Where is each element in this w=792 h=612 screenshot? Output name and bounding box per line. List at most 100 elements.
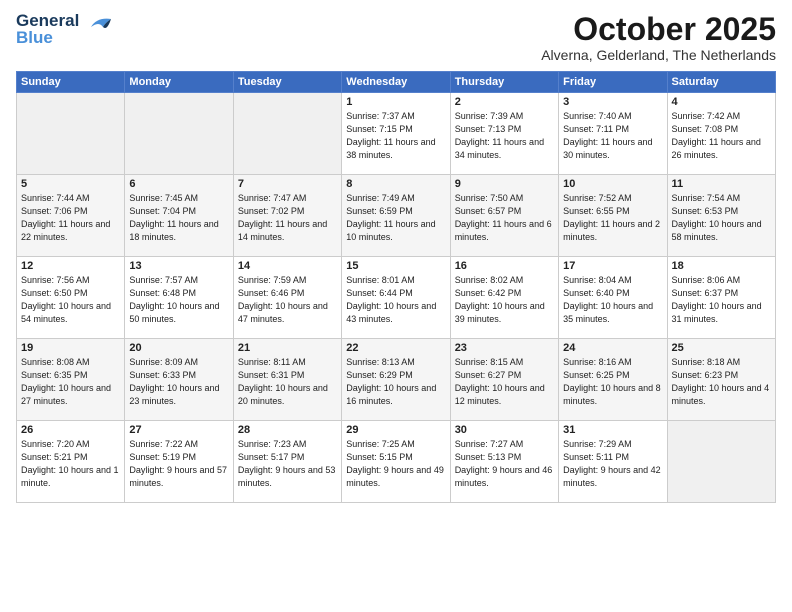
day-number: 13 <box>129 260 228 272</box>
header: General Blue October 2025 Alverna, Gelde… <box>16 12 776 63</box>
day-info: Sunrise: 7:25 AM Sunset: 5:15 PM Dayligh… <box>346 438 445 490</box>
day-number: 27 <box>129 424 228 436</box>
calendar-table: Sunday Monday Tuesday Wednesday Thursday… <box>16 71 776 503</box>
day-number: 24 <box>563 342 662 354</box>
day-cell: 11 Sunrise: 7:54 AM Sunset: 6:53 PM Dayli… <box>667 175 775 257</box>
day-number: 17 <box>563 260 662 272</box>
day-number: 2 <box>455 96 554 108</box>
day-cell: 23Sunrise: 8:15 AM Sunset: 6:27 PM Dayli… <box>450 339 558 421</box>
day-cell: 27 Sunrise: 7:22 AM Sunset: 5:19 PM Dayli… <box>125 421 233 503</box>
day-cell: 30Sunrise: 7:27 AM Sunset: 5:13 PM Dayli… <box>450 421 558 503</box>
day-number: 29 <box>346 424 445 436</box>
day-number: 15 <box>346 260 445 272</box>
day-number: 4 <box>672 96 771 108</box>
logo-general: General <box>16 12 79 29</box>
day-number: 12 <box>21 260 120 272</box>
day-info: Sunrise: 7:39 AM Sunset: 7:13 PM Dayligh… <box>455 110 554 162</box>
week-row-5: 26 Sunrise: 7:20 AM Sunset: 5:21 PM Dayli… <box>17 421 776 503</box>
page: General Blue October 2025 Alverna, Gelde… <box>0 0 792 612</box>
header-monday: Monday <box>125 72 233 93</box>
day-info: Sunrise: 7:42 AM Sunset: 7:08 PM Dayligh… <box>672 110 771 162</box>
day-cell: 14 Sunrise: 7:59 AM Sunset: 6:46 PM Dayli… <box>233 257 341 339</box>
day-cell: 13Sunrise: 7:57 AM Sunset: 6:48 PM Dayli… <box>125 257 233 339</box>
day-number: 26 <box>21 424 120 436</box>
logo-blue: Blue <box>16 29 79 46</box>
day-info: Sunrise: 8:13 AM Sunset: 6:29 PM Dayligh… <box>346 356 445 408</box>
day-number: 28 <box>238 424 337 436</box>
day-number: 20 <box>129 342 228 354</box>
day-number: 16 <box>455 260 554 272</box>
day-info: Sunrise: 7:37 AM Sunset: 7:15 PM Dayligh… <box>346 110 445 162</box>
day-number: 8 <box>346 178 445 190</box>
day-cell: 20 Sunrise: 8:09 AM Sunset: 6:33 PM Dayli… <box>125 339 233 421</box>
day-cell: 24Sunrise: 8:16 AM Sunset: 6:25 PM Dayli… <box>559 339 667 421</box>
day-info: Sunrise: 8:15 AM Sunset: 6:27 PM Dayligh… <box>455 356 554 408</box>
day-cell <box>125 93 233 175</box>
subtitle: Alverna, Gelderland, The Netherlands <box>541 47 776 63</box>
day-info: Sunrise: 8:04 AM Sunset: 6:40 PM Dayligh… <box>563 274 662 326</box>
header-friday: Friday <box>559 72 667 93</box>
day-number: 11 <box>672 178 771 190</box>
header-row: Sunday Monday Tuesday Wednesday Thursday… <box>17 72 776 93</box>
day-info: Sunrise: 7:49 AM Sunset: 6:59 PM Dayligh… <box>346 192 445 244</box>
day-info: Sunrise: 7:40 AM Sunset: 7:11 PM Dayligh… <box>563 110 662 162</box>
day-number: 9 <box>455 178 554 190</box>
day-info: Sunrise: 7:20 AM Sunset: 5:21 PM Dayligh… <box>21 438 120 490</box>
day-cell: 15Sunrise: 8:01 AM Sunset: 6:44 PM Dayli… <box>342 257 450 339</box>
week-row-3: 12 Sunrise: 7:56 AM Sunset: 6:50 PM Dayli… <box>17 257 776 339</box>
day-cell: 4 Sunrise: 7:42 AM Sunset: 7:08 PM Daylig… <box>667 93 775 175</box>
day-cell: 3Sunrise: 7:40 AM Sunset: 7:11 PM Daylig… <box>559 93 667 175</box>
day-cell: 26 Sunrise: 7:20 AM Sunset: 5:21 PM Dayli… <box>17 421 125 503</box>
day-number: 1 <box>346 96 445 108</box>
day-info: Sunrise: 7:22 AM Sunset: 5:19 PM Dayligh… <box>129 438 228 490</box>
logo-bird-icon <box>83 9 115 41</box>
day-number: 6 <box>129 178 228 190</box>
day-cell <box>17 93 125 175</box>
day-cell: 8 Sunrise: 7:49 AM Sunset: 6:59 PM Daylig… <box>342 175 450 257</box>
day-info: Sunrise: 8:02 AM Sunset: 6:42 PM Dayligh… <box>455 274 554 326</box>
header-sunday: Sunday <box>17 72 125 93</box>
day-info: Sunrise: 7:54 AM Sunset: 6:53 PM Dayligh… <box>672 192 771 244</box>
day-info: Sunrise: 7:52 AM Sunset: 6:55 PM Dayligh… <box>563 192 662 244</box>
day-info: Sunrise: 7:45 AM Sunset: 7:04 PM Dayligh… <box>129 192 228 244</box>
day-info: Sunrise: 8:08 AM Sunset: 6:35 PM Dayligh… <box>21 356 120 408</box>
day-info: Sunrise: 7:50 AM Sunset: 6:57 PM Dayligh… <box>455 192 554 244</box>
day-number: 31 <box>563 424 662 436</box>
day-cell: 18 Sunrise: 8:06 AM Sunset: 6:37 PM Dayli… <box>667 257 775 339</box>
day-info: Sunrise: 7:56 AM Sunset: 6:50 PM Dayligh… <box>21 274 120 326</box>
day-info: Sunrise: 7:44 AM Sunset: 7:06 PM Dayligh… <box>21 192 120 244</box>
day-number: 25 <box>672 342 771 354</box>
header-saturday: Saturday <box>667 72 775 93</box>
day-cell: 2 Sunrise: 7:39 AM Sunset: 7:13 PM Daylig… <box>450 93 558 175</box>
month-title: October 2025 <box>541 12 776 47</box>
day-info: Sunrise: 8:09 AM Sunset: 6:33 PM Dayligh… <box>129 356 228 408</box>
title-block: October 2025 Alverna, Gelderland, The Ne… <box>541 12 776 63</box>
header-wednesday: Wednesday <box>342 72 450 93</box>
day-cell: 10Sunrise: 7:52 AM Sunset: 6:55 PM Dayli… <box>559 175 667 257</box>
day-cell: 25Sunrise: 8:18 AM Sunset: 6:23 PM Dayli… <box>667 339 775 421</box>
day-cell: 19 Sunrise: 8:08 AM Sunset: 6:35 PM Dayli… <box>17 339 125 421</box>
day-cell <box>667 421 775 503</box>
day-cell: 16 Sunrise: 8:02 AM Sunset: 6:42 PM Dayli… <box>450 257 558 339</box>
day-info: Sunrise: 8:11 AM Sunset: 6:31 PM Dayligh… <box>238 356 337 408</box>
day-cell: 31Sunrise: 7:29 AM Sunset: 5:11 PM Dayli… <box>559 421 667 503</box>
day-cell: 28 Sunrise: 7:23 AM Sunset: 5:17 PM Dayli… <box>233 421 341 503</box>
day-info: Sunrise: 7:23 AM Sunset: 5:17 PM Dayligh… <box>238 438 337 490</box>
week-row-4: 19 Sunrise: 8:08 AM Sunset: 6:35 PM Dayli… <box>17 339 776 421</box>
day-number: 7 <box>238 178 337 190</box>
week-row-1: 1 Sunrise: 7:37 AM Sunset: 7:15 PM Daylig… <box>17 93 776 175</box>
day-number: 18 <box>672 260 771 272</box>
day-cell: 7Sunrise: 7:47 AM Sunset: 7:02 PM Daylig… <box>233 175 341 257</box>
week-row-2: 5 Sunrise: 7:44 AM Sunset: 7:06 PM Daylig… <box>17 175 776 257</box>
day-cell: 6 Sunrise: 7:45 AM Sunset: 7:04 PM Daylig… <box>125 175 233 257</box>
day-info: Sunrise: 7:27 AM Sunset: 5:13 PM Dayligh… <box>455 438 554 490</box>
day-number: 19 <box>21 342 120 354</box>
day-info: Sunrise: 8:06 AM Sunset: 6:37 PM Dayligh… <box>672 274 771 326</box>
day-number: 14 <box>238 260 337 272</box>
day-info: Sunrise: 7:59 AM Sunset: 6:46 PM Dayligh… <box>238 274 337 326</box>
day-cell: 9 Sunrise: 7:50 AM Sunset: 6:57 PM Daylig… <box>450 175 558 257</box>
day-number: 21 <box>238 342 337 354</box>
day-number: 5 <box>21 178 120 190</box>
day-cell: 21 Sunrise: 8:11 AM Sunset: 6:31 PM Dayli… <box>233 339 341 421</box>
header-thursday: Thursday <box>450 72 558 93</box>
